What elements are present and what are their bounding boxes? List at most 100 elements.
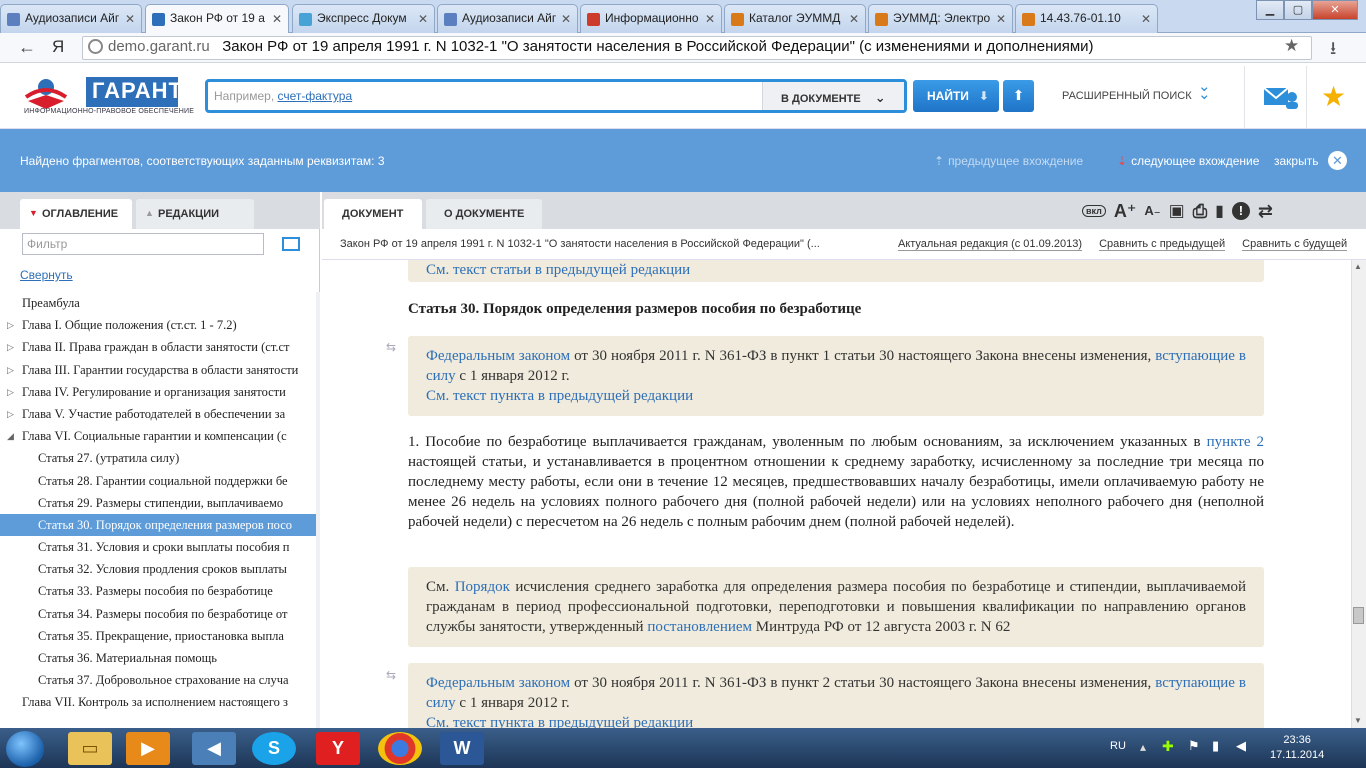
tray-speaker-icon[interactable]: ◀ — [1236, 738, 1246, 754]
close-tab-icon[interactable]: ✕ — [125, 12, 135, 26]
toc-item[interactable]: Статья 32. Условия продления сроков выпл… — [0, 558, 318, 580]
scrollbar-thumb[interactable] — [1353, 607, 1364, 624]
toc-item[interactable]: ▷ Глава II. Права граждан в области занят… — [0, 336, 318, 358]
close-tab-icon[interactable]: ✕ — [561, 12, 571, 26]
toc-item[interactable]: Статья 34. Размеры пособия по безработиц… — [0, 603, 318, 625]
procedure-link[interactable]: Порядок — [455, 579, 510, 595]
toc-item[interactable]: Статья 30. Порядок определения размеров … — [0, 513, 318, 537]
tray-chevron-icon[interactable]: ▴ — [1140, 740, 1146, 754]
compare-future-link[interactable]: Сравнить с будущей — [1242, 238, 1348, 251]
change-marker-icon[interactable]: ⇆ — [386, 668, 396, 682]
toc-item[interactable]: Статья 28. Гарантии социальной поддержки… — [0, 470, 318, 492]
toc-item[interactable]: Статья 29. Размеры стипендии, выплачивае… — [0, 492, 318, 514]
toc-scrollbar[interactable] — [316, 292, 320, 728]
downloads-icon[interactable]: ⭳ — [1330, 36, 1336, 66]
compare-previous-link[interactable]: Сравнить с предыдущей — [1099, 238, 1226, 251]
toggle-vkl-icon[interactable]: вкл — [1082, 205, 1106, 217]
find-up-button[interactable]: ⬆ — [1003, 80, 1034, 112]
font-decrease-icon[interactable]: A₋ — [1144, 203, 1160, 219]
previous-edition-link[interactable]: См. текст статьи в предыдущей редакции — [426, 262, 690, 278]
expand-arrow-icon[interactable]: ▷ — [7, 336, 14, 358]
toc-item[interactable]: ▷ Глава I. Общие положения (ст.ст. 1 - 7.… — [0, 314, 318, 336]
close-tab-icon[interactable]: ✕ — [705, 12, 715, 26]
toc-item[interactable]: Глава VII. Контроль за исполнением насто… — [0, 691, 318, 713]
explorer-icon[interactable]: ▭ — [68, 732, 112, 765]
print-icon[interactable]: ⎙ — [1193, 201, 1207, 222]
point-2-link[interactable]: пункте 2 — [1207, 434, 1264, 450]
reload-icon[interactable] — [88, 39, 103, 54]
scroll-up-icon[interactable]: ▲ — [1354, 262, 1362, 271]
toc-item[interactable]: ▷ Глава III. Гарантии государства в облас… — [0, 359, 318, 381]
language-indicator[interactable]: RU — [1110, 740, 1126, 752]
tab-document[interactable]: ДОКУМЕНТ — [324, 199, 422, 229]
close-results-link[interactable]: закрыть — [1274, 154, 1318, 168]
yandex-icon[interactable]: Я — [52, 37, 64, 57]
toc-item[interactable]: Преамбула — [0, 292, 318, 314]
advanced-search-link[interactable]: РАСШИРЕННЫЙ ПОИСК — [1062, 90, 1192, 102]
expand-arrow-icon[interactable]: ▷ — [7, 381, 14, 403]
toc-item[interactable]: Статья 27. (утратила силу) — [0, 447, 318, 469]
federal-law-link[interactable]: Федеральным законом — [426, 348, 570, 364]
favorites-star-icon[interactable]: ★ — [1321, 80, 1346, 113]
toc-item[interactable]: Статья 31. Условия и сроки выплаты пособ… — [0, 536, 318, 558]
yandex-browser-icon[interactable]: Y — [316, 732, 360, 765]
document-scrollbar[interactable] — [1351, 260, 1366, 728]
close-tab-icon[interactable]: ✕ — [272, 12, 282, 26]
mail-contacts-icon[interactable] — [1263, 85, 1299, 109]
close-tab-icon[interactable]: ✕ — [1141, 12, 1151, 26]
close-window-button[interactable]: ✕ — [1312, 0, 1358, 20]
search-input[interactable]: Например, счет-фактура — [214, 89, 352, 103]
expanded-arrow-icon[interactable]: ◢ — [7, 425, 14, 447]
clock[interactable]: 23:36 17.11.2014 — [1270, 733, 1324, 763]
browser-tab[interactable]: Аудиозаписи Айг ✕ — [0, 4, 142, 33]
resolution-link[interactable]: постановлением — [647, 619, 752, 635]
chrome-icon[interactable] — [378, 732, 422, 765]
expand-arrow-icon[interactable]: ▷ — [7, 359, 14, 381]
toc-item[interactable]: Статья 33. Размеры пособия по безработиц… — [0, 580, 318, 602]
find-button[interactable]: НАЙТИ ⬇ — [913, 80, 999, 112]
expand-arrow-icon[interactable]: ▷ — [7, 403, 14, 425]
collapse-link[interactable]: Свернуть — [20, 268, 73, 282]
tray-signal-icon[interactable]: ▮ — [1212, 738, 1219, 754]
toc-item[interactable]: ▷ Глава V. Участие работодателей в обеспе… — [0, 403, 318, 425]
start-button[interactable] — [6, 731, 44, 767]
close-icon[interactable]: ✕ — [1328, 151, 1347, 170]
tray-flag-icon[interactable]: ⚑ — [1188, 738, 1200, 754]
close-tab-icon[interactable]: ✕ — [849, 12, 859, 26]
minimize-button[interactable]: ▁ — [1256, 0, 1284, 20]
browser-tab[interactable]: Экспресс Докум ✕ — [292, 4, 435, 33]
toc-item[interactable]: Статья 37. Добровольное страхование на с… — [0, 669, 318, 691]
browser-tab[interactable]: Информационно ✕ — [580, 4, 722, 33]
maximize-button[interactable]: ▢ — [1284, 0, 1312, 20]
tab-about-document[interactable]: О ДОКУМЕНТЕ — [426, 199, 542, 229]
next-occurrence-link[interactable]: ⇣ следующее вхождение — [1117, 154, 1259, 168]
tab-editions[interactable]: ▲ РЕДАКЦИИ — [136, 199, 254, 229]
browser-tab[interactable]: ЭУММД: Электро ✕ — [868, 4, 1013, 33]
tab-toc[interactable]: ▼ ОГЛАВЛЕНИЕ — [20, 199, 132, 229]
skype-icon[interactable]: S — [252, 732, 296, 765]
bookmark-icon[interactable]: ▮ — [1215, 201, 1224, 221]
close-tab-icon[interactable]: ✕ — [418, 12, 428, 26]
tray-network-icon[interactable]: ✚ — [1162, 738, 1174, 755]
media-player-icon[interactable]: ▶ — [126, 732, 170, 765]
current-edition-link[interactable]: Актуальная редакция (с 01.09.2013) — [898, 238, 1083, 251]
url-text[interactable]: demo.garant.ru Закон РФ от 19 апреля 199… — [108, 38, 1094, 55]
save-icon[interactable]: ▣ — [1169, 201, 1185, 221]
word-icon[interactable]: W — [440, 732, 484, 765]
change-marker-icon[interactable]: ⇆ — [386, 340, 396, 354]
volume-icon[interactable]: ◀ — [192, 732, 236, 765]
filter-toggle-icon[interactable] — [282, 237, 300, 251]
previous-edition-link[interactable]: См. текст пункта в предыдущей редакции — [426, 715, 693, 728]
font-increase-icon[interactable]: A⁺ — [1114, 201, 1137, 222]
compare-arrows-icon[interactable]: ⇄ — [1258, 201, 1273, 222]
browser-tab[interactable]: Аудиозаписи Айг ✕ — [437, 4, 578, 33]
back-icon[interactable]: ← — [18, 37, 36, 58]
bookmark-star-icon[interactable]: ★ — [1284, 36, 1299, 56]
toc-filter-input[interactable]: Фильтр — [22, 233, 264, 255]
double-chevron-down-icon[interactable]: ⌄ ⌄ — [1198, 79, 1211, 102]
previous-edition-link[interactable]: См. текст пункта в предыдущей редакции — [426, 388, 693, 404]
expand-arrow-icon[interactable]: ▷ — [7, 314, 14, 336]
toc-item[interactable]: ▷ Глава IV. Регулирование и организация з… — [0, 381, 318, 403]
browser-tab[interactable]: Закон РФ от 19 а ✕ — [145, 4, 289, 34]
prev-occurrence-link[interactable]: ⇡ предыдущее вхождение — [934, 154, 1083, 168]
